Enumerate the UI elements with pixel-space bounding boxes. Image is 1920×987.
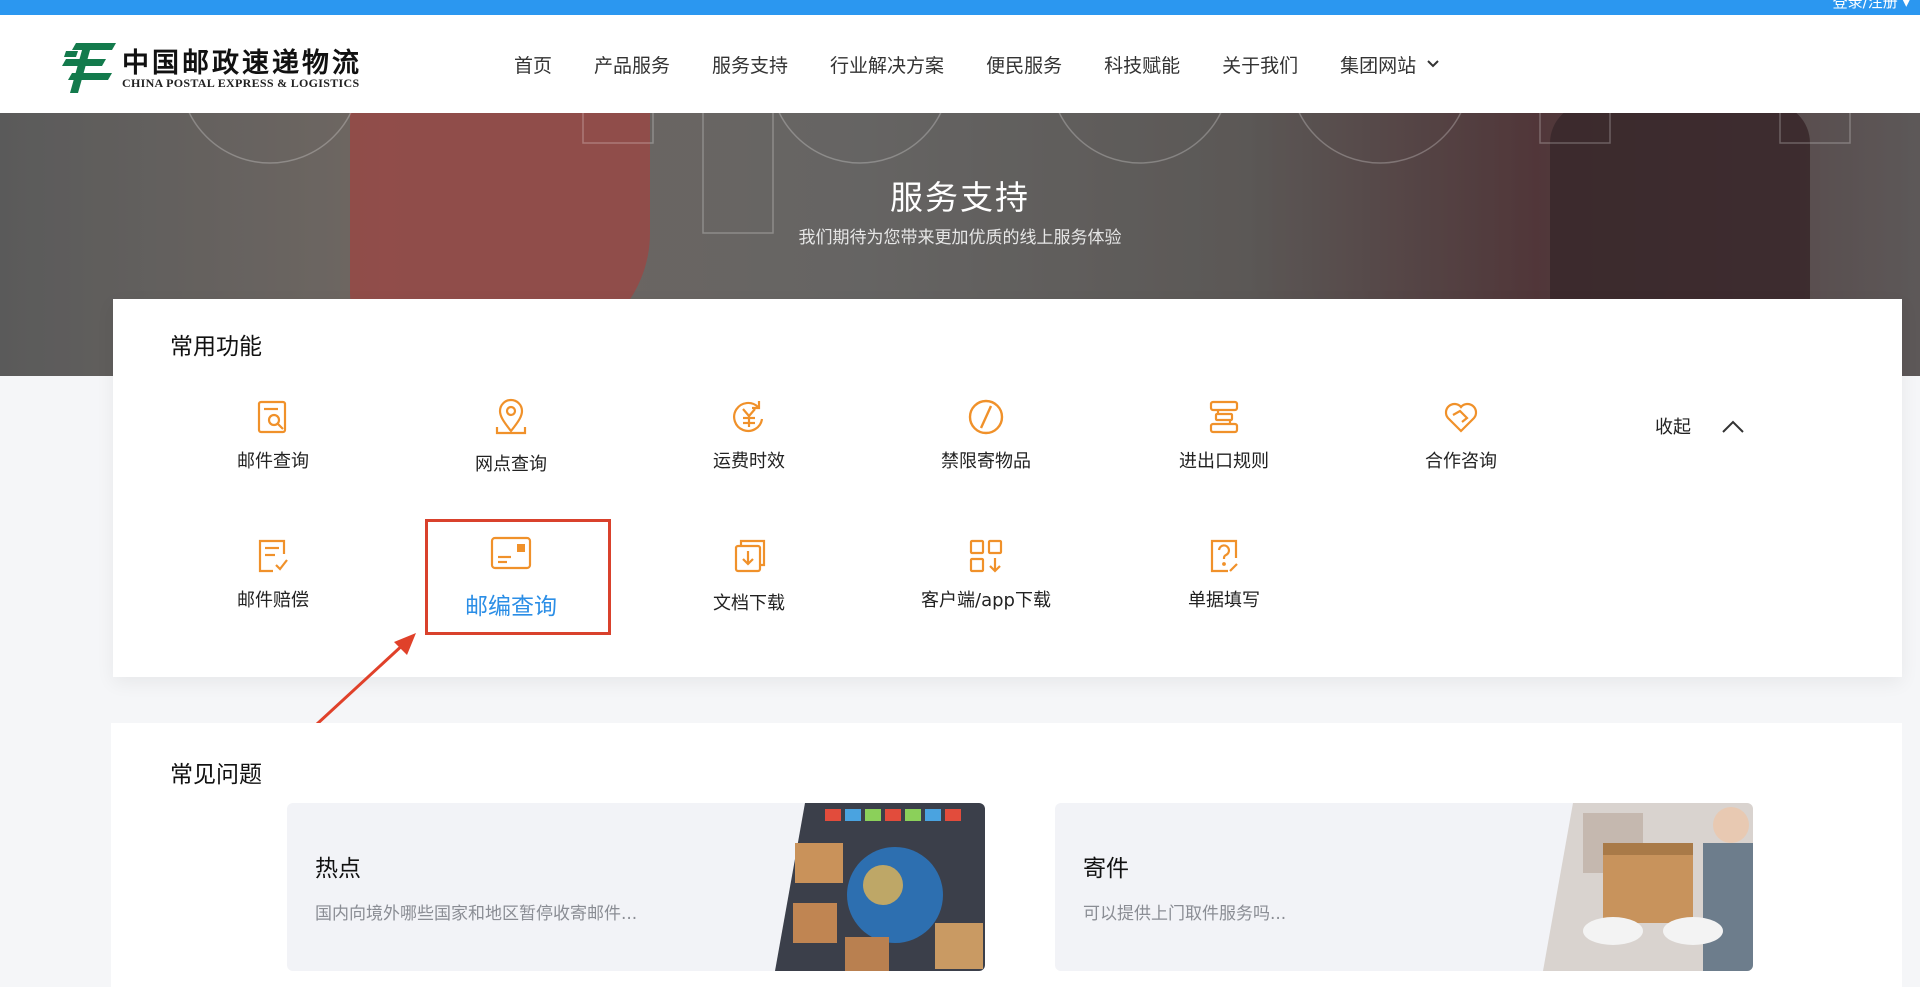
faq-card-hot-heading: 热点 [315,856,361,882]
nav-public-services[interactable]: 便民服务 [986,49,1062,79]
faq-panel: 常见问题 热点 国内向境外哪些国家和地区暂停收寄邮件... 寄件 可以提供上门取… [111,723,1902,987]
nav-service-support[interactable]: 服务支持 [712,49,788,79]
func-mail-tracking-label: 邮件查询 [237,451,309,472]
func-form-filling[interactable]: 单据填写 [1114,536,1334,612]
func-cooperation-inquiry[interactable]: 合作咨询 [1351,397,1571,473]
location-pin-icon [495,398,527,435]
func-cooperation-inquiry-label: 合作咨询 [1425,451,1497,472]
site-header: 中国邮政速递物流 CHINA POSTAL EXPRESS & LOGISTIC… [0,15,1920,113]
func-app-download-label: 客户端/app下载 [921,590,1051,611]
func-freight-time-label: 运费时效 [713,451,785,472]
annotation-arrow [302,633,416,738]
china-post-logo-icon [62,43,116,93]
main-nav: 首页 产品服务 服务支持 行业解决方案 便民服务 科技赋能 关于我们 集团网站 [514,49,1440,79]
doc-download-icon [734,539,766,573]
form-question-icon [1210,539,1238,573]
faq-card-send-heading: 寄件 [1083,856,1129,882]
nav-group-sites-label: 集团网站 [1340,54,1417,77]
func-mail-compensation-label: 邮件赔偿 [237,590,309,611]
chevron-up-icon [1722,420,1744,433]
compensation-doc-icon [258,539,288,573]
func-prohibited-items[interactable]: 禁限寄物品 [876,397,1096,473]
nav-industry-solutions[interactable]: 行业解决方案 [830,49,944,79]
func-form-filling-label: 单据填写 [1188,590,1260,611]
faq-card-hot-desc: 国内向境外哪些国家和地区暂停收寄邮件... [315,904,638,924]
faq-card-send-desc: 可以提供上门取件服务吗... [1083,904,1287,924]
func-outlet-search[interactable]: 网点查询 [401,397,621,476]
faq-card-send[interactable]: 寄件 可以提供上门取件服务吗... [1055,803,1753,971]
brand-name-en: CHINA POSTAL EXPRESS & LOGISTICS [122,76,360,90]
handshake-heart-icon [1444,402,1478,433]
func-import-export-rules[interactable]: 进出口规则 [1114,397,1334,473]
func-mail-tracking[interactable]: 邮件查询 [163,397,383,473]
nav-home[interactable]: 首页 [514,49,552,79]
yen-clock-icon [733,401,764,433]
brand-logo[interactable]: 中国邮政速递物流 CHINA POSTAL EXPRESS & LOGISTIC… [62,39,372,95]
common-functions-title: 常用功能 [170,334,262,360]
rules-icon [1209,400,1239,434]
collapse-toggle[interactable]: 收起 [1655,413,1745,439]
parcel-handover-image [1543,803,1753,971]
faq-card-hot[interactable]: 热点 国内向境外哪些国家和地区暂停收寄邮件... [287,803,985,971]
func-app-download[interactable]: 客户端/app下载 [876,536,1096,612]
nav-about[interactable]: 关于我们 [1222,49,1298,79]
brand-name-cn: 中国邮政速递物流 [122,48,362,79]
chevron-down-icon [1427,60,1439,68]
top-bar: 登录/注册 ▾ [0,0,1920,15]
func-freight-time[interactable]: 运费时效 [639,397,859,473]
nav-group-sites[interactable]: 集团网站 [1340,49,1440,79]
nav-technology[interactable]: 科技赋能 [1104,49,1180,79]
func-doc-download[interactable]: 文档下载 [639,536,859,615]
func-outlet-search-label: 网点查询 [475,454,547,475]
nav-products[interactable]: 产品服务 [594,49,670,79]
faq-title: 常见问题 [170,762,262,788]
globe-boxes-image [775,803,985,971]
app-grid-download-icon [969,539,1003,573]
hero-title: 服务支持 [890,178,1030,217]
func-doc-download-label: 文档下载 [713,593,785,614]
func-import-export-rules-label: 进出口规则 [1179,451,1269,472]
hero-subtitle: 我们期待为您带来更加优质的线上服务体验 [798,228,1122,248]
func-mail-compensation[interactable]: 邮件赔偿 [163,536,383,612]
mail-search-icon [257,400,287,434]
func-prohibited-items-label: 禁限寄物品 [941,451,1031,472]
prohibited-icon [968,399,1004,435]
highlight-annotation-box [425,519,611,635]
top-login-links[interactable]: 登录/注册 ▾ [1833,0,1910,12]
collapse-label: 收起 [1655,417,1691,438]
